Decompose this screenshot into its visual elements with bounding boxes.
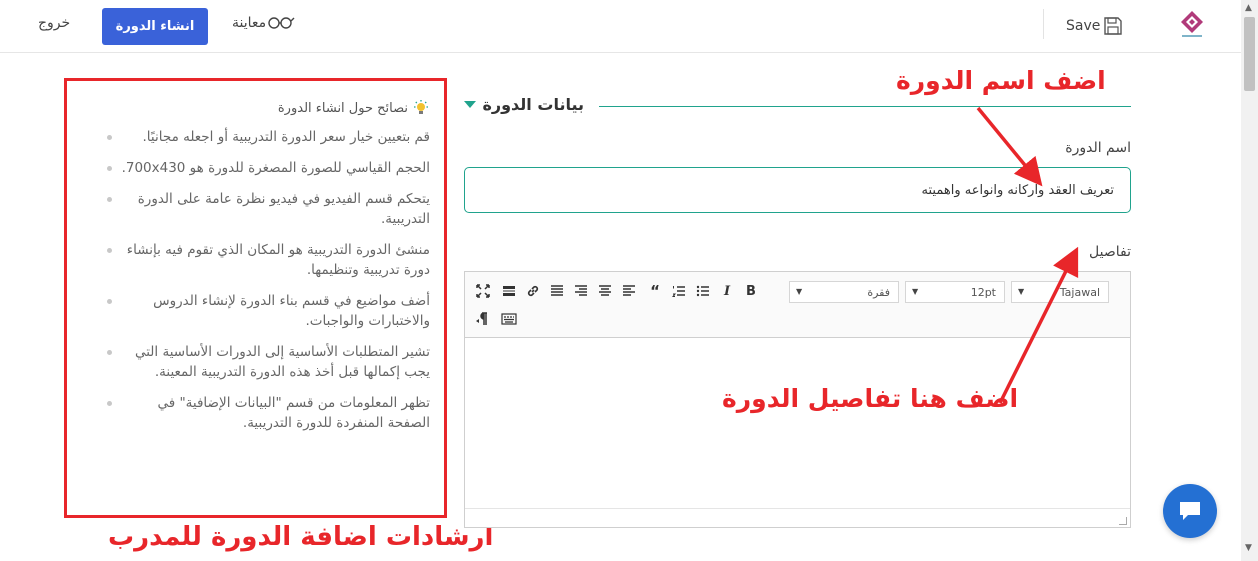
font-size-select[interactable]: ▼ 12pt bbox=[905, 281, 1005, 303]
bullet-list-icon[interactable] bbox=[695, 283, 711, 299]
blockquote-icon[interactable]: “ bbox=[647, 282, 663, 300]
tip-text: أضف مواضيع في قسم بناء الدورة لإنشاء الد… bbox=[153, 293, 430, 329]
preview-label: معاينة bbox=[232, 15, 267, 31]
tip-text: الحجم القياسي للصورة المصغرة للدورة هو 7… bbox=[121, 160, 430, 176]
scroll-thumb[interactable] bbox=[1244, 17, 1255, 91]
bullet-icon bbox=[107, 350, 112, 355]
chevron-down-icon: ▼ bbox=[796, 287, 803, 296]
logo[interactable] bbox=[1176, 10, 1208, 40]
font-family-value: Tajawal bbox=[1059, 286, 1100, 299]
block-format-value: فقرة bbox=[867, 286, 890, 299]
bold-icon[interactable]: B bbox=[743, 283, 759, 299]
tip-item: تظهر المعلومات من قسم "البيانات الإضافية… bbox=[81, 393, 430, 433]
link-icon[interactable] bbox=[525, 283, 541, 299]
editor-content-area[interactable] bbox=[465, 338, 1130, 508]
chat-bubble-icon bbox=[1180, 502, 1200, 520]
create-course-button[interactable]: انشاء الدورة bbox=[102, 8, 208, 45]
page-scrollbar[interactable]: ▲ ▼ bbox=[1241, 0, 1258, 561]
editor-toolbar: “ I B ▼ فقرة ▼ 12pt ▼ Tajawal bbox=[465, 272, 1130, 338]
bullet-icon bbox=[107, 401, 112, 406]
tip-item: يتحكم قسم الفيديو في فيديو نظرة عامة على… bbox=[81, 189, 430, 229]
course-details-label: تفاصيل bbox=[1089, 244, 1131, 260]
section-title: بيانات الدورة bbox=[482, 95, 584, 114]
course-name-label: اسم الدورة bbox=[1065, 140, 1131, 156]
tip-item: قم بتعيين خيار سعر الدورة التدريبية أو ا… bbox=[81, 127, 430, 147]
font-family-select[interactable]: ▼ Tajawal bbox=[1011, 281, 1109, 303]
bullet-icon bbox=[107, 299, 112, 304]
paragraph-direction-icon[interactable] bbox=[475, 311, 491, 327]
save-button[interactable]: Save bbox=[1066, 13, 1124, 39]
read-more-icon[interactable] bbox=[501, 283, 517, 299]
tip-text: تظهر المعلومات من قسم "البيانات الإضافية… bbox=[157, 395, 430, 431]
bullet-icon bbox=[107, 248, 112, 253]
tip-text: منشئ الدورة التدريبية هو المكان الذي تقو… bbox=[126, 242, 430, 278]
save-label: Save bbox=[1066, 18, 1101, 34]
font-size-value: 12pt bbox=[970, 286, 996, 299]
logo-icon bbox=[1181, 11, 1203, 37]
tip-item: الحجم القياسي للصورة المصغرة للدورة هو 7… bbox=[81, 158, 430, 178]
bullet-icon bbox=[107, 135, 112, 140]
italic-icon[interactable]: I bbox=[719, 283, 735, 299]
course-tips-panel: نصائح حول انشاء الدورة قم بتعيين خيار سع… bbox=[64, 78, 447, 518]
course-name-input[interactable]: تعريف العقد واركانه وانواعه واهميته bbox=[464, 167, 1131, 213]
editor-statusbar bbox=[465, 508, 1130, 527]
tip-item: أضف مواضيع في قسم بناء الدورة لإنشاء الد… bbox=[81, 291, 430, 331]
course-details-annotation: اضف هنا تفاصيل الدورة bbox=[722, 384, 1019, 413]
chat-button[interactable] bbox=[1163, 484, 1217, 538]
glasses-icon bbox=[268, 17, 295, 29]
tip-text: تشير المتطلبات الأساسية إلى الدورات الأس… bbox=[134, 344, 430, 380]
save-icon bbox=[1104, 17, 1123, 35]
tip-text: يتحكم قسم الفيديو في فيديو نظرة عامة على… bbox=[137, 191, 430, 227]
exit-link[interactable]: خروج bbox=[38, 15, 70, 31]
tips-caption-annotation: ارشادات اضافة الدورة للمدرب bbox=[108, 522, 494, 552]
bullet-icon bbox=[107, 166, 112, 171]
scroll-down-arrow-icon[interactable]: ▼ bbox=[1245, 543, 1252, 553]
tip-item: تشير المتطلبات الأساسية إلى الدورات الأس… bbox=[81, 342, 430, 382]
resize-handle-icon[interactable] bbox=[1119, 517, 1127, 525]
tips-title-text: نصائح حول انشاء الدورة bbox=[277, 100, 408, 116]
tip-text: قم بتعيين خيار سعر الدورة التدريبية أو ا… bbox=[142, 129, 431, 145]
block-format-select[interactable]: ▼ فقرة bbox=[789, 281, 899, 303]
tips-list: قم بتعيين خيار سعر الدورة التدريبية أو ا… bbox=[81, 127, 430, 433]
course-name-annotation: اضف اسم الدورة bbox=[896, 66, 1106, 95]
align-right-icon[interactable] bbox=[573, 283, 589, 299]
keyboard-icon[interactable] bbox=[501, 311, 517, 327]
align-justify-icon[interactable] bbox=[549, 283, 565, 299]
align-center-icon[interactable] bbox=[597, 283, 613, 299]
chevron-down-icon[interactable] bbox=[464, 101, 476, 108]
tip-item: منشئ الدورة التدريبية هو المكان الذي تقو… bbox=[81, 240, 430, 280]
align-left-icon[interactable] bbox=[621, 283, 637, 299]
course-data-section-header[interactable]: بيانات الدورة bbox=[464, 95, 1131, 117]
chevron-down-icon: ▼ bbox=[1018, 287, 1025, 296]
header-divider bbox=[1043, 9, 1044, 39]
preview-button[interactable]: معاينة bbox=[232, 15, 295, 31]
top-bar: Save معاينة انشاء الدورة خروج bbox=[0, 0, 1241, 53]
numbered-list-icon[interactable] bbox=[671, 283, 687, 299]
lightbulb-icon bbox=[414, 100, 428, 114]
course-name-value: تعريف العقد واركانه وانواعه واهميته bbox=[921, 182, 1114, 198]
bullet-icon bbox=[107, 197, 112, 202]
scroll-up-arrow-icon[interactable]: ▲ bbox=[1245, 3, 1252, 13]
section-divider bbox=[599, 106, 1131, 107]
chevron-down-icon: ▼ bbox=[912, 287, 919, 296]
tips-title: نصائح حول انشاء الدورة bbox=[81, 99, 430, 117]
fullscreen-icon[interactable] bbox=[475, 283, 491, 299]
